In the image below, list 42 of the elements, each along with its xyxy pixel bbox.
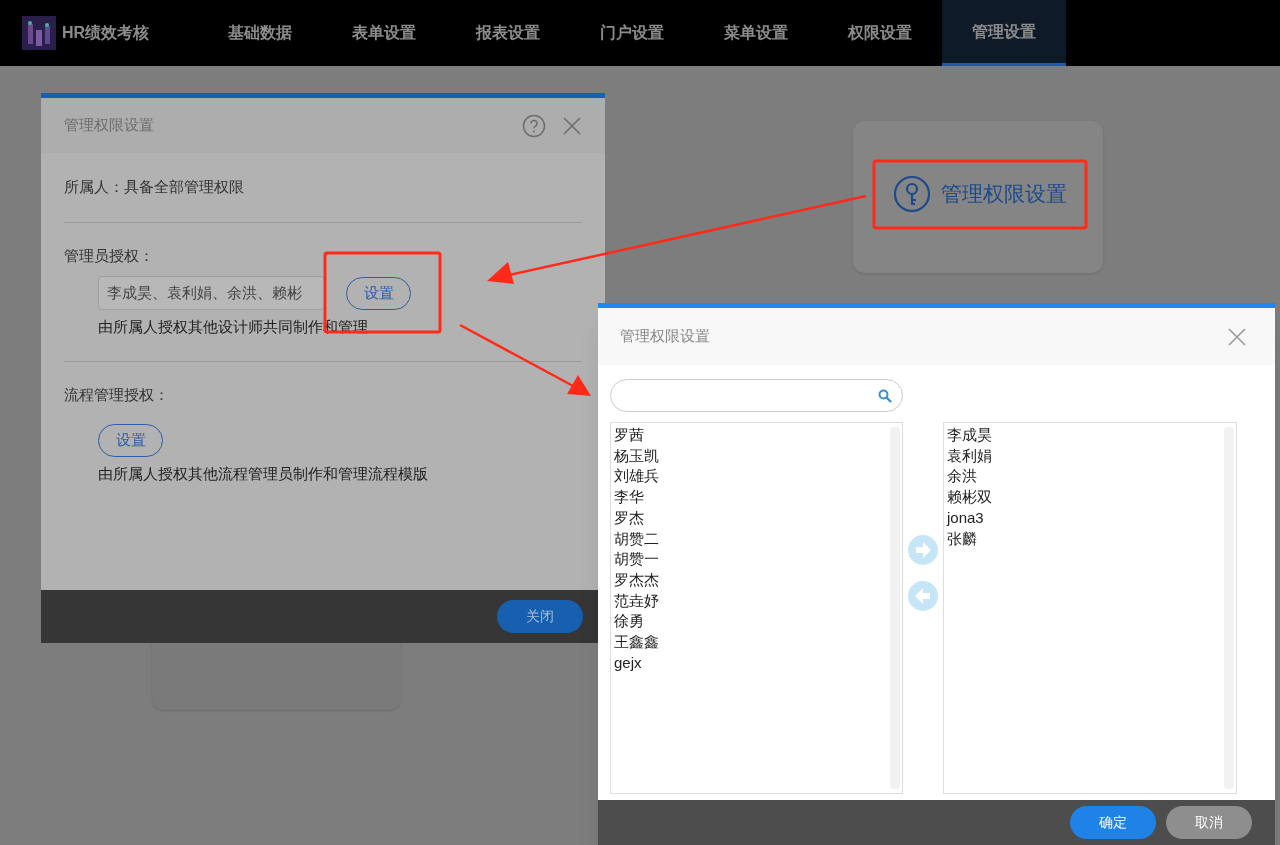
nav-tab[interactable]: 权限设置 [818, 0, 942, 66]
nav-tab[interactable]: 管理设置 [942, 0, 1066, 66]
list-item[interactable]: 罗杰 [614, 507, 644, 529]
nav-tab[interactable]: 基础数据 [198, 0, 322, 66]
list-item[interactable]: 张麟 [947, 528, 977, 550]
nav-tab[interactable]: 报表设置 [446, 0, 570, 66]
list-item[interactable]: 范垚妤 [614, 590, 659, 612]
list-item[interactable]: 刘雄兵 [614, 466, 659, 488]
list-item[interactable]: 胡赞一 [614, 549, 659, 570]
logo-icon [22, 16, 56, 50]
dialog-title: 管理权限设置 [620, 326, 710, 347]
dialog-title: 管理权限设置 [64, 115, 154, 136]
section-label: 流程管理授权： [64, 384, 170, 405]
list-item[interactable]: 王鑫鑫 [614, 632, 659, 653]
nav-tab[interactable]: 门户设置 [570, 0, 694, 66]
confirm-button[interactable]: 确定 [1070, 806, 1156, 839]
section-label: 管理员授权： [64, 246, 155, 266]
input-field[interactable]: 李成昊、袁利娟、余洪、赖彬 [98, 276, 325, 310]
list-item[interactable]: 杨玉凯 [614, 445, 659, 467]
help-icon[interactable] [522, 113, 546, 138]
list-item[interactable]: 李华 [614, 487, 644, 508]
arrow-right-icon[interactable] [908, 535, 938, 565]
list-item[interactable]: 李成昊 [947, 425, 992, 446]
list-item[interactable]: 胡赞二 [614, 528, 659, 550]
hint-text: 由所属人授权其他流程管理员制作和管理流程模版 [97, 463, 429, 484]
nav-tab[interactable]: 菜单设置 [694, 0, 818, 66]
list-item[interactable]: 罗杰杰 [614, 569, 659, 591]
list-item[interactable]: 袁利娟 [947, 445, 992, 467]
key-icon [892, 175, 931, 213]
nav-tab[interactable]: 表单设置 [322, 0, 446, 66]
list-item[interactable]: 罗茜 [614, 425, 644, 446]
list-item[interactable]: jona3 [947, 507, 984, 529]
arrow-left-icon[interactable] [908, 581, 938, 611]
list-item[interactable]: 余洪 [947, 466, 977, 488]
list-item[interactable]: 徐勇 [614, 611, 644, 633]
app-title: HR绩效考核 [62, 23, 150, 43]
close-icon[interactable] [562, 115, 582, 136]
close-icon[interactable] [1227, 326, 1247, 347]
list-item[interactable]: gejx [614, 652, 642, 674]
search-icon [878, 388, 892, 403]
owner-text: 所属人：具备全部管理权限 [64, 177, 244, 198]
list-item[interactable]: 赖彬双 [947, 487, 992, 508]
